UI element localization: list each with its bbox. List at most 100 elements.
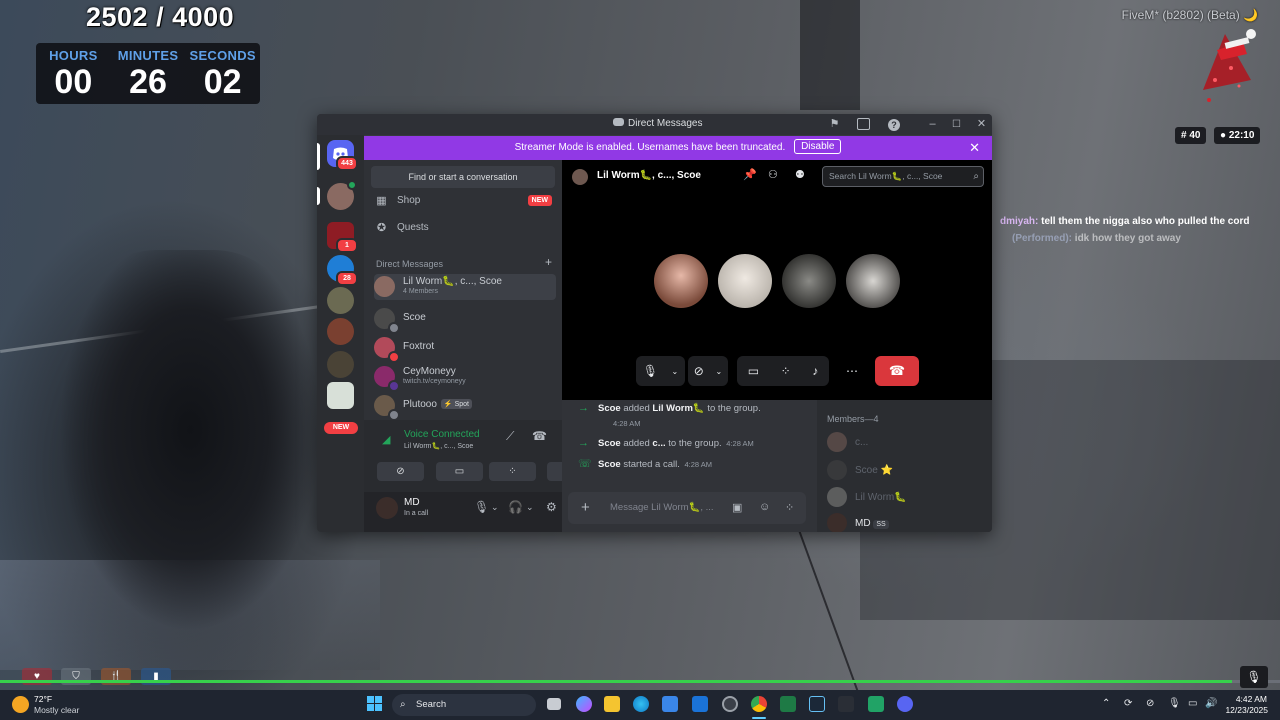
- flag-icon[interactable]: ⚑: [827, 117, 842, 132]
- attach-plus-icon[interactable]: +: [581, 499, 590, 516]
- chevron-down-icon[interactable]: ⌄: [491, 502, 499, 513]
- gift-icon[interactable]: ▣: [732, 501, 742, 514]
- disable-streamer-mode-button[interactable]: Disable: [794, 139, 842, 154]
- inbox-icon[interactable]: [857, 118, 870, 130]
- clock-date[interactable]: 12/23/2025: [1222, 705, 1268, 715]
- activities-button[interactable]: ⁘: [489, 462, 536, 481]
- screen-share-icon[interactable]: ▭: [748, 364, 759, 378]
- banner-close-icon[interactable]: ✕: [969, 136, 980, 160]
- activity-tag: ⚡ Spot: [440, 399, 472, 409]
- chevron-down-icon: ⌄: [715, 366, 723, 376]
- taskbar-search-input[interactable]: ⌕ Search: [392, 694, 536, 716]
- clock-time[interactable]: 4:42 AM: [1235, 694, 1267, 704]
- camera-off-button[interactable]: ⊘: [377, 462, 424, 481]
- start-windows-icon[interactable]: [367, 696, 383, 712]
- close-icon[interactable]: ✕: [974, 117, 989, 132]
- server-icon[interactable]: [327, 180, 357, 210]
- microphone-icon[interactable]: 🎙: [474, 500, 489, 514]
- weather-temperature[interactable]: 72°F: [34, 694, 52, 704]
- hang-up-button[interactable]: ☎: [875, 356, 919, 386]
- avatar: [827, 432, 847, 452]
- unread-badge: 443: [336, 156, 358, 171]
- nav-shop[interactable]: ▦ Shop: [375, 190, 420, 210]
- task-view-icon[interactable]: [547, 698, 561, 710]
- msg-rest: to the group.: [707, 403, 761, 414]
- settings-gear-icon[interactable]: ⚙: [546, 500, 557, 514]
- disconnect-icon[interactable]: ☎: [532, 429, 547, 443]
- screen-share-icon: ▭: [454, 466, 465, 477]
- members-list: Members—4 c... Scoe ⭐ Lil Worm🐛 MD SS: [817, 400, 992, 532]
- chevron-down-icon[interactable]: ⌄: [526, 502, 534, 513]
- server-icon[interactable]: [327, 318, 354, 345]
- quests-icon: ✪: [376, 221, 387, 234]
- member-name: c...: [855, 437, 869, 448]
- screen-share-button[interactable]: ▭: [436, 462, 483, 481]
- create-dm-icon[interactable]: +: [545, 255, 552, 269]
- server-icon[interactable]: [327, 351, 354, 378]
- outlook-icon[interactable]: [692, 696, 708, 712]
- weather-description[interactable]: Mostly clear: [34, 705, 79, 715]
- chrome-icon[interactable]: [751, 696, 767, 712]
- store-icon[interactable]: [662, 696, 678, 712]
- activities-icon[interactable]: ⁘: [781, 364, 791, 378]
- user-panel: MD In a call 🎙 ⌄ 🎧 ⌄ ⚙: [364, 492, 562, 532]
- soundboard-icon[interactable]: ♪: [812, 364, 818, 378]
- dm-item-plutooo[interactable]: Plutooo ⚡ Spot: [374, 393, 556, 421]
- notification-off-icon[interactable]: ⊘: [1146, 698, 1154, 709]
- microphone-icon[interactable]: 🎙: [1168, 698, 1181, 709]
- camera-control[interactable]: ⊘ ⌄: [688, 356, 728, 386]
- volume-icon[interactable]: 🔊: [1205, 698, 1217, 709]
- home-button[interactable]: 443: [327, 140, 358, 171]
- pin-icon[interactable]: 📌: [743, 168, 757, 181]
- voice-channel-name[interactable]: Lil Worm🐛, c..., Scoe: [404, 442, 473, 450]
- search-input[interactable]: Search Lil Worm🐛, c..., Scoe ⌕: [822, 166, 984, 187]
- participant-avatar[interactable]: [782, 254, 836, 308]
- chevron-up-icon[interactable]: ⌃: [1102, 698, 1110, 709]
- new-servers-badge[interactable]: NEW: [324, 422, 358, 434]
- chevron-down-icon: ⌄: [671, 366, 679, 376]
- dm-item-ceymoneyy[interactable]: CeyMoneyy twitch.tv/ceymoneyy: [374, 364, 556, 392]
- apps-icon[interactable]: ⁘: [785, 501, 794, 514]
- discord-taskbar-icon[interactable]: [897, 696, 913, 712]
- nav-quests[interactable]: ✪ Quests: [375, 217, 429, 237]
- spreadsheet-icon[interactable]: [868, 696, 884, 712]
- maximize-icon[interactable]: ☐: [949, 117, 964, 132]
- file-explorer-icon[interactable]: [604, 696, 620, 712]
- add-friends-icon[interactable]: ⚇: [768, 168, 778, 181]
- dm-item-foxtrot[interactable]: Foxtrot: [374, 335, 556, 363]
- emoji-icon[interactable]: ☺: [759, 501, 770, 513]
- capcut-icon[interactable]: [838, 696, 854, 712]
- network-icon[interactable]: ▭: [1188, 698, 1197, 709]
- message-input[interactable]: + Message Lil Worm🐛, ... ▣ ☺ ⁘: [568, 492, 806, 524]
- sync-icon[interactable]: ⟳: [1124, 698, 1132, 709]
- voice-status[interactable]: Voice Connected: [404, 429, 480, 440]
- weather-moon-icon[interactable]: [12, 696, 29, 713]
- find-conversation-button[interactable]: Find or start a conversation: [371, 166, 555, 188]
- member-name-text: MD: [855, 518, 871, 529]
- server-icon[interactable]: 1: [327, 222, 358, 253]
- member-tag: SS: [873, 520, 889, 529]
- participant-avatar[interactable]: [718, 254, 772, 308]
- msg-rest: to the group.: [668, 438, 722, 449]
- noise-suppression-icon[interactable]: ⟋: [506, 429, 514, 444]
- edge-icon[interactable]: [633, 696, 649, 712]
- obs-icon[interactable]: [722, 696, 738, 712]
- xbox-icon[interactable]: [780, 696, 796, 712]
- steam-icon[interactable]: [809, 696, 825, 712]
- search-icon: ⌕: [400, 699, 406, 710]
- headphones-icon[interactable]: 🎧: [508, 500, 523, 514]
- copilot-icon[interactable]: [576, 696, 592, 712]
- members-icon[interactable]: ⚉: [795, 168, 805, 181]
- participant-avatar[interactable]: [846, 254, 900, 308]
- server-icon[interactable]: 28: [327, 255, 358, 286]
- minimize-icon[interactable]: –: [925, 117, 940, 132]
- dm-item-scoe[interactable]: Scoe: [374, 306, 556, 334]
- mute-control[interactable]: 🎙 ⌄: [636, 356, 685, 386]
- avatar[interactable]: [376, 497, 398, 519]
- dm-item-group[interactable]: Lil Worm🐛, c..., Scoe 4 Members: [374, 274, 556, 300]
- server-icon[interactable]: [327, 382, 354, 409]
- more-options-icon[interactable]: ⋯: [837, 356, 867, 386]
- participant-avatar[interactable]: [654, 254, 708, 308]
- help-icon[interactable]: ?: [888, 119, 900, 131]
- server-icon[interactable]: [327, 287, 354, 314]
